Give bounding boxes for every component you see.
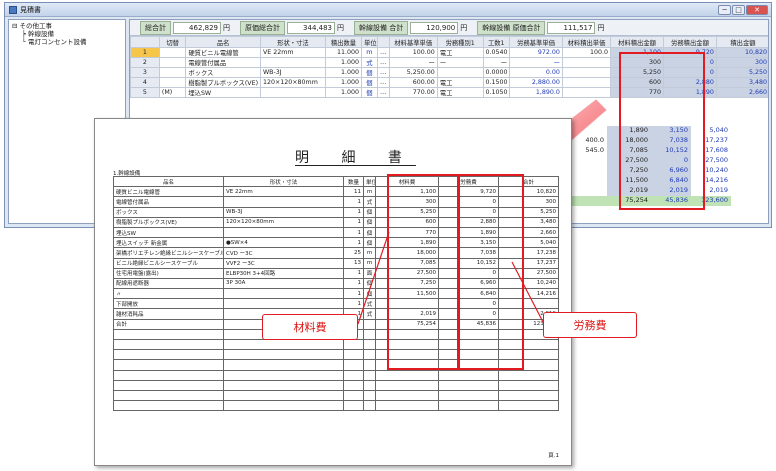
leader-lines [357,231,544,325]
